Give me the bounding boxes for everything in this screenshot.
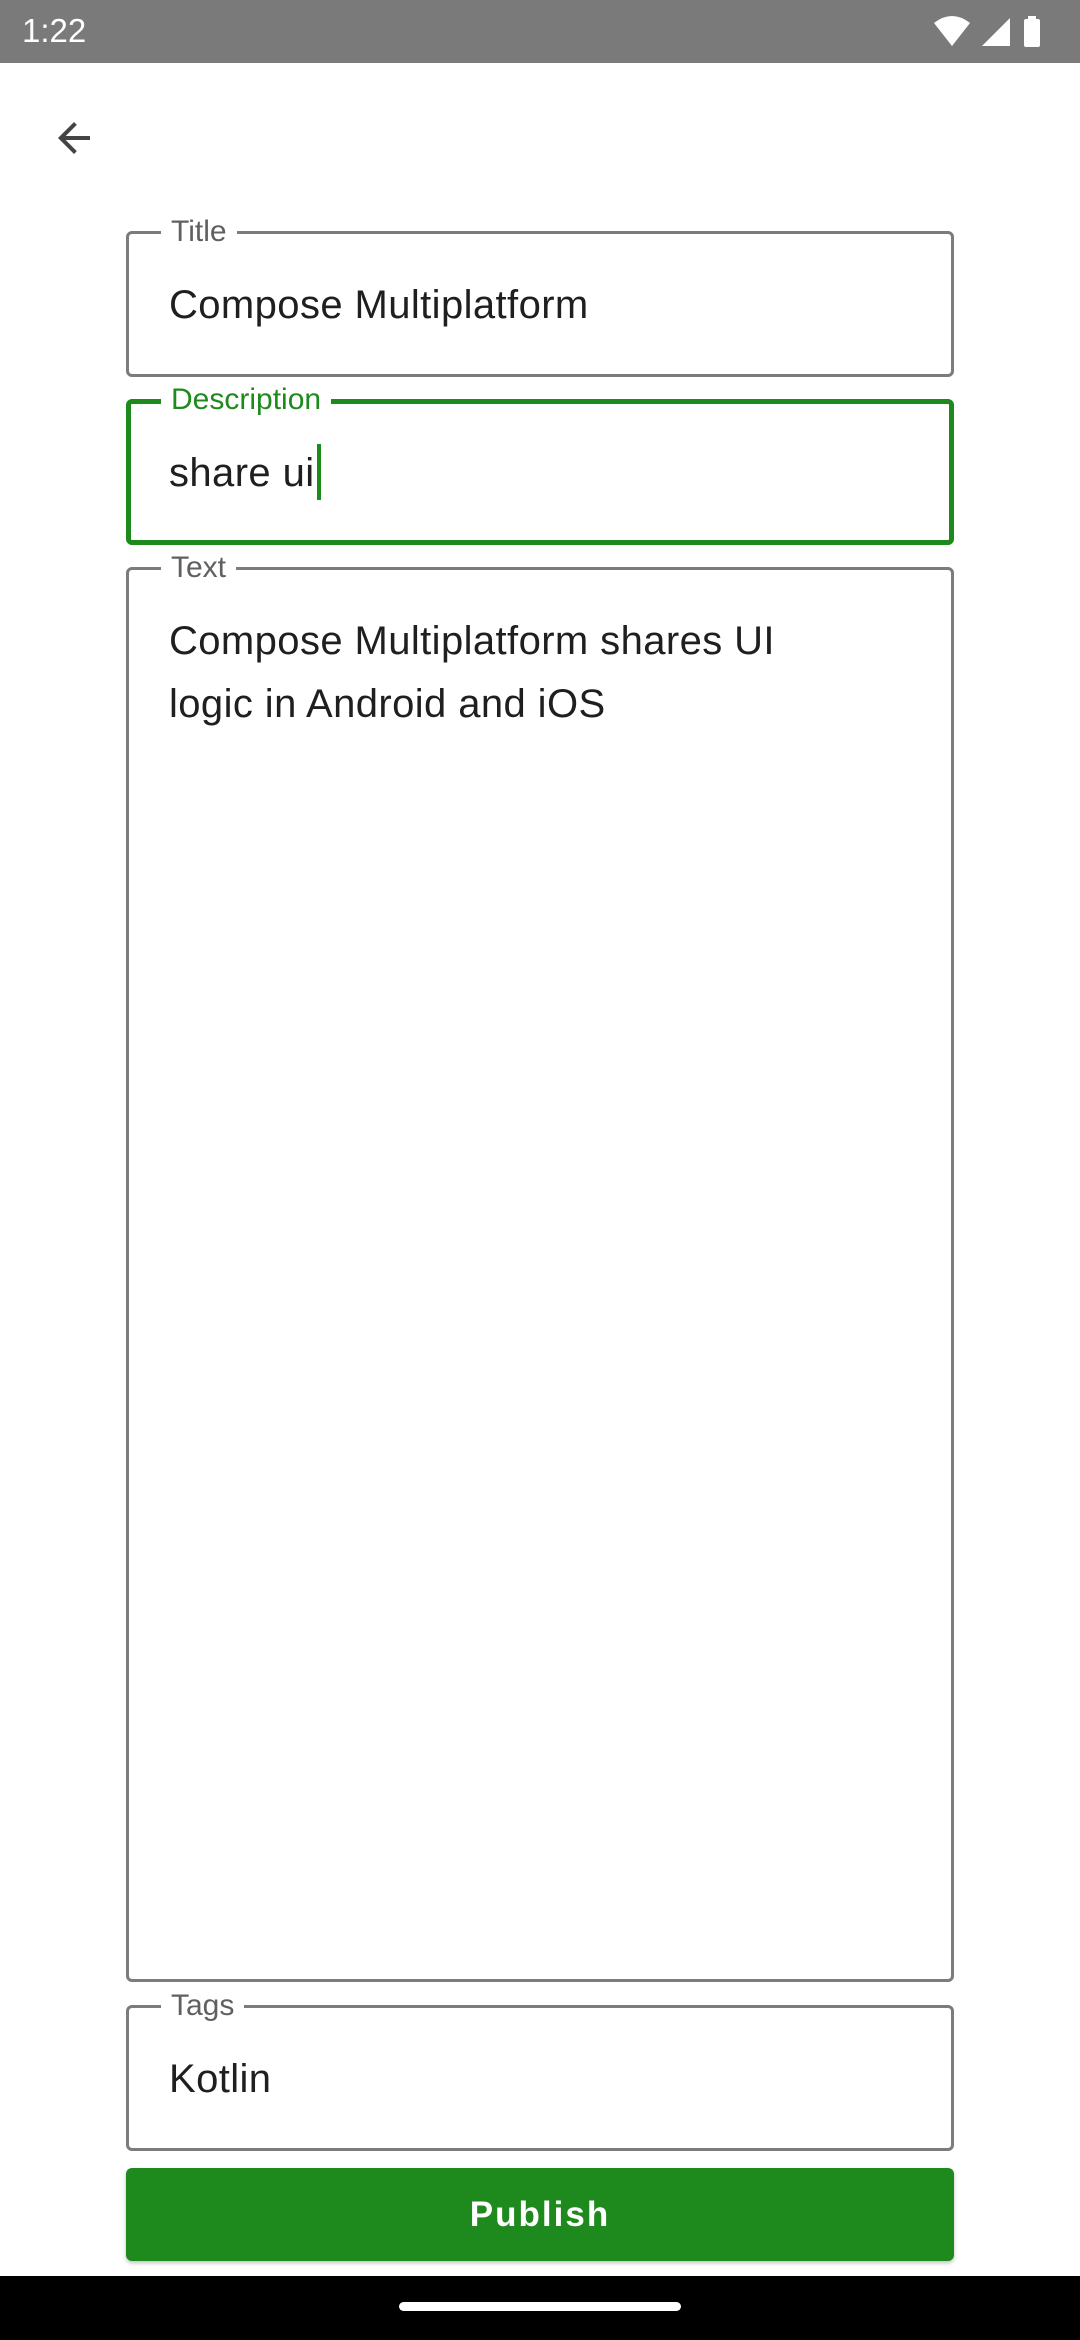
battery-icon [1024,16,1040,47]
description-value: share ui [169,451,315,495]
title-input[interactable]: Compose Multiplatform [169,274,921,337]
title-field-label: Title [161,216,237,248]
text-cursor [316,444,321,501]
description-field[interactable]: Description share ui [126,384,954,545]
wifi-icon [934,16,970,46]
status-icons [932,15,1052,48]
back-button[interactable] [40,104,108,172]
tags-field[interactable]: Tags Kotlin [126,1990,954,2151]
text-field-label: Text [161,552,237,584]
home-indicator[interactable] [399,2302,681,2311]
description-input[interactable]: share ui [169,442,919,505]
status-bar: 1:22 [0,0,1080,63]
description-field-label: Description [161,384,332,416]
tags-field-label: Tags [161,1990,245,2022]
text-input[interactable]: Compose Multiplatform shares UI logic in… [169,610,921,736]
tags-input[interactable]: Kotlin [169,2048,921,2111]
publish-button[interactable]: Publish [126,2168,954,2261]
signal-icon [982,18,1010,46]
arrow-back-icon [58,122,90,154]
text-field[interactable]: Text Compose Multiplatform shares UI log… [126,552,954,1982]
title-field[interactable]: Title Compose Multiplatform [126,216,954,377]
status-time: 1:22 [22,12,87,49]
